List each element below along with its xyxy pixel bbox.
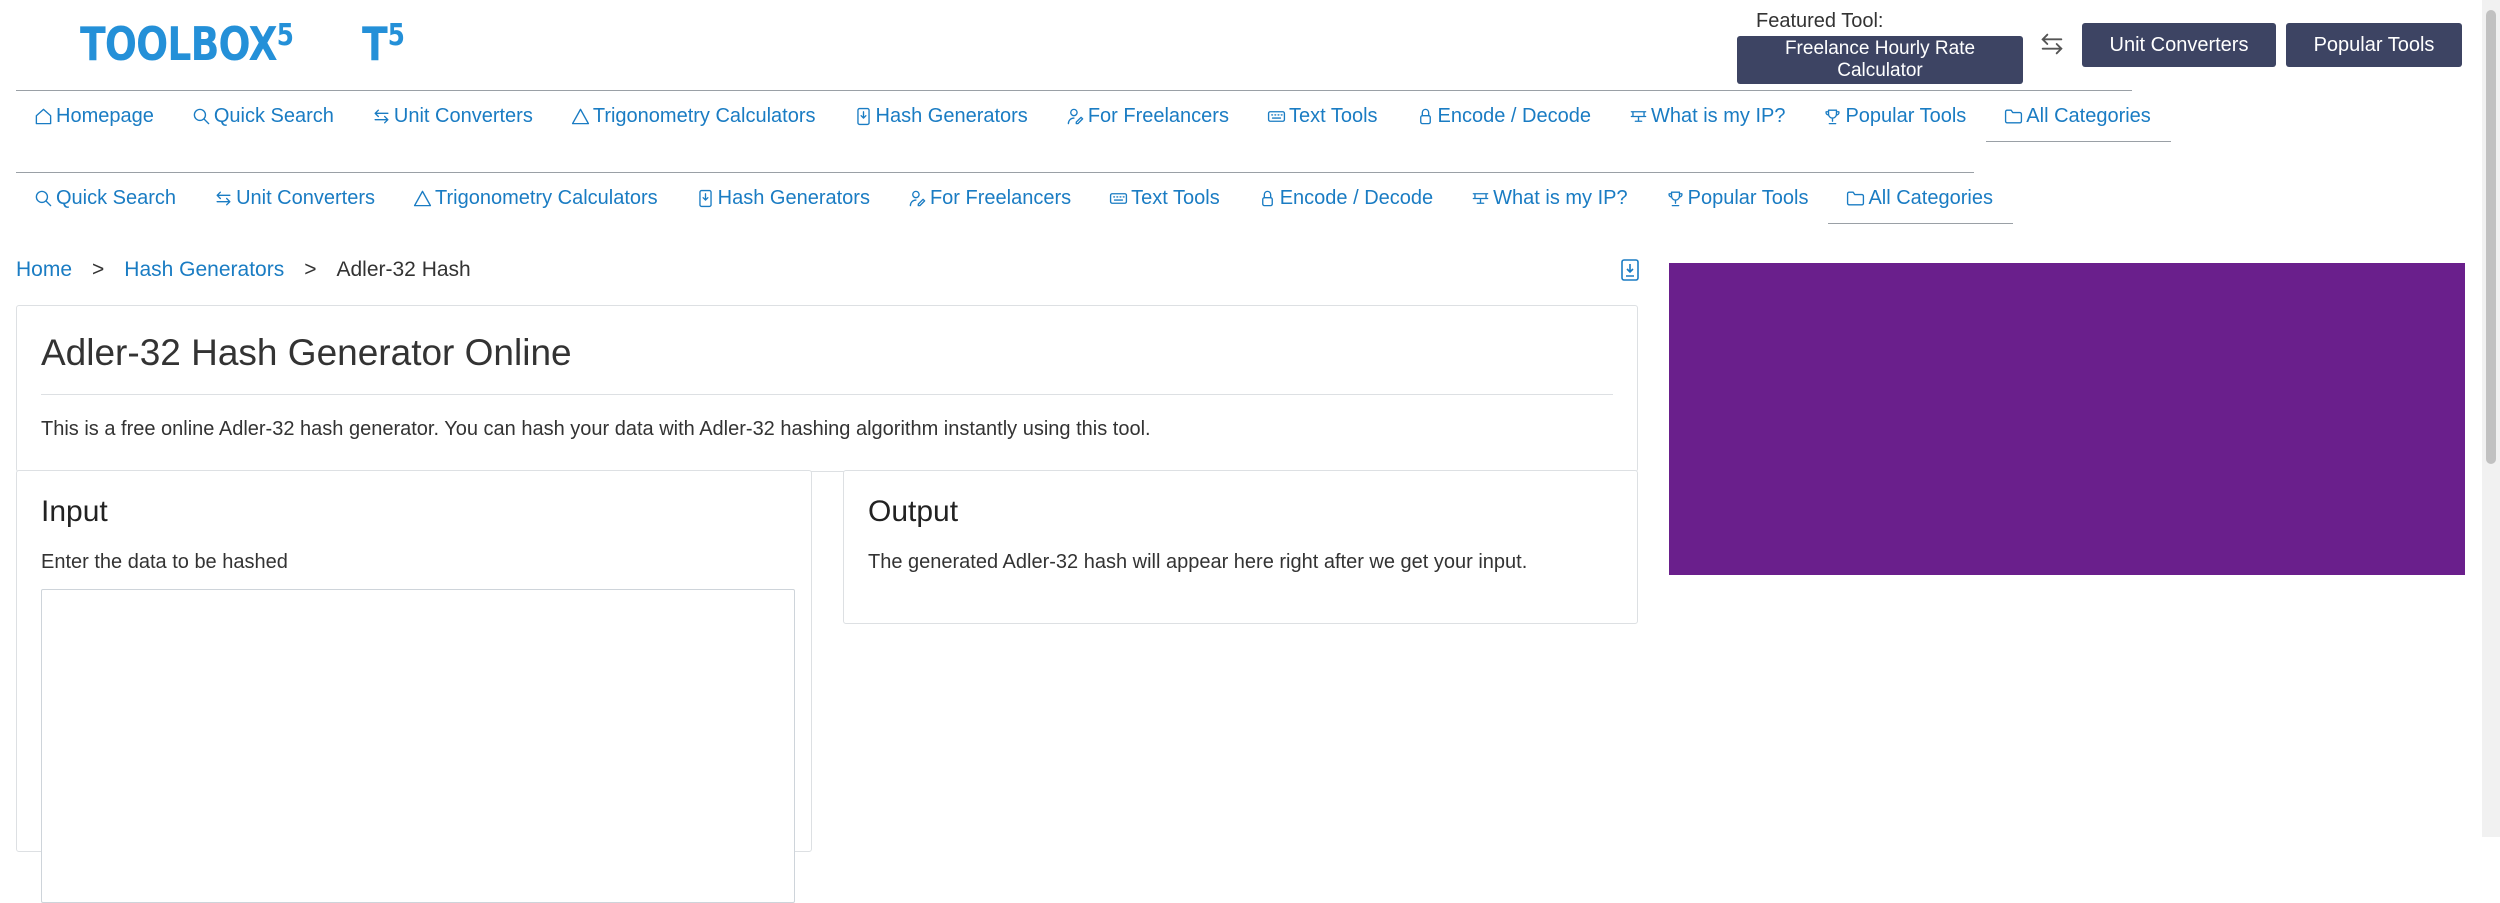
nav-item-label: Homepage [56,104,154,127]
nav-item-for-freelancers[interactable]: For Freelancers [1048,91,1249,141]
breadcrumb: Home > Hash Generators > Adler-32 Hash [16,258,471,282]
breadcrumb-current: Adler-32 Hash [336,258,471,281]
primary-nav: Homepage Quick Search Unit Converters Trigo… [16,90,2171,143]
featured-tool-label: Featured Tool: [1756,10,1884,32]
secondary-nav: Quick Search Unit Converters Trigonometry … [16,172,2013,227]
breadcrumb-home[interactable]: Home [16,258,72,282]
divider [41,394,1613,395]
lock-icon [1261,190,1273,206]
search-icon [35,190,52,206]
featured-tool-button[interactable]: Freelance Hourly Rate Calculator [1737,36,2023,84]
network-icon [1630,110,1647,122]
keyboard-icon [1110,192,1128,204]
keyboard-icon [1267,110,1286,122]
output-heading: Output [868,495,959,528]
network-icon [1472,192,1489,204]
nav-item-label: Encode / Decode [1279,186,1434,209]
nav-item-label: Unit Converters [393,104,533,127]
nav-item-label: Popular Tools [1845,104,1967,127]
nav-item-what-is-my-ip[interactable]: What is my IP? [1453,173,1647,223]
triangle-icon [413,190,432,206]
nav-item-label: For Freelancers [929,186,1072,209]
nav-item-hash-generators[interactable]: Hash Generators [678,173,890,223]
tool-header-card: Adler-32 Hash Generator Online This is a… [16,305,1638,472]
nav-item-label: Unit Converters [236,186,375,209]
search-icon [193,108,210,124]
nav-item-label: Hash Generators [875,104,1028,127]
nav-item-label: Text Tools [1288,104,1378,127]
triangle-icon [571,108,589,124]
nav-item-hash-generators[interactable]: Hash Generators [836,91,1048,141]
output-panel: Output The generated Adler-32 hash will … [843,470,1638,624]
logo-compact[interactable]: T5 [362,14,405,74]
nav-item-encode-decode[interactable]: Encode / Decode [1398,91,1611,141]
nav-item-homepage[interactable]: Homepage [16,91,174,141]
data-input[interactable] [41,589,795,903]
nav-item-label: Quick Search [56,186,177,209]
user-edit-icon [1067,108,1084,124]
ad-banner[interactable] [1669,263,2465,575]
swap-icon [216,190,231,206]
hash-file-icon[interactable] [1620,258,1640,282]
nav-item-label: Trigonometry Calculators [592,104,816,127]
nav-item-label: Text Tools [1131,186,1220,209]
nav-item-label: Encode / Decode [1437,104,1591,127]
breadcrumb-separator: > [304,258,317,281]
unit-converters-button[interactable]: Unit Converters [2082,23,2276,67]
nav-item-label: For Freelancers [1087,104,1229,127]
swap-icon[interactable] [2038,30,2066,58]
nav-item-unit-converters[interactable]: Unit Converters [196,173,395,223]
folder-icon [2005,108,2023,124]
swap-icon [374,108,389,124]
input-panel: Input Enter the data to be hashed [16,470,812,903]
nav-item-all-categories[interactable]: All Categories [1986,91,2171,142]
page-description: This is a free online Adler-32 hash gene… [41,418,1151,440]
nav-item-label: What is my IP? [1650,104,1786,127]
trophy-icon [1668,190,1683,206]
popular-tools-button[interactable]: Popular Tools [2286,23,2462,67]
nav-item-what-is-my-ip[interactable]: What is my IP? [1611,91,1805,141]
breadcrumb-separator: > [92,258,105,281]
nav-item-label: What is my IP? [1493,186,1628,209]
logo-compact-text: T [362,17,388,71]
logo-compact-superscript: 5 [387,18,405,53]
nav-item-text-tools[interactable]: Text Tools [1091,173,1240,223]
user-edit-icon [909,190,926,206]
hash-file-icon [856,107,870,125]
nav-item-trigonometry-calculators[interactable]: Trigonometry Calculators [553,91,836,141]
scrollbar-thumb[interactable] [2486,10,2496,464]
scrollbar[interactable] [2482,0,2500,837]
trophy-icon [1825,108,1841,124]
nav-item-popular-tools[interactable]: Popular Tools [1648,173,1829,223]
nav-item-label: Popular Tools [1687,186,1809,209]
nav-item-popular-tools[interactable]: Popular Tools [1805,91,1986,141]
nav-item-label: All Categories [1868,186,1993,209]
input-heading: Input [41,495,108,528]
nav-item-label: Quick Search [213,104,334,127]
logo-text: TOOLBOX [80,17,278,71]
output-hint: The generated Adler-32 hash will appear … [868,551,1528,573]
logo-superscript: 5 [276,18,294,53]
nav-item-quick-search[interactable]: Quick Search [174,91,354,141]
home-icon [35,108,52,124]
folder-icon [1847,190,1865,206]
nav-item-trigonometry-calculators[interactable]: Trigonometry Calculators [395,173,678,223]
page-title: Adler-32 Hash Generator Online [41,332,572,373]
breadcrumb-category[interactable]: Hash Generators [124,258,284,282]
nav-item-label: Hash Generators [717,186,870,209]
nav-item-label: Trigonometry Calculators [435,186,658,209]
logo[interactable]: TOOLBOX5 [80,14,294,74]
nav-item-quick-search[interactable]: Quick Search [16,173,196,223]
nav-item-for-freelancers[interactable]: For Freelancers [890,173,1091,223]
nav-item-label: All Categories [2026,104,2151,127]
nav-item-encode-decode[interactable]: Encode / Decode [1240,173,1453,223]
hash-file-icon [698,189,712,207]
input-hint: Enter the data to be hashed [41,551,288,573]
nav-item-unit-converters[interactable]: Unit Converters [354,91,553,141]
nav-item-all-categories[interactable]: All Categories [1828,173,2013,224]
lock-icon [1419,108,1431,124]
nav-item-text-tools[interactable]: Text Tools [1249,91,1398,141]
